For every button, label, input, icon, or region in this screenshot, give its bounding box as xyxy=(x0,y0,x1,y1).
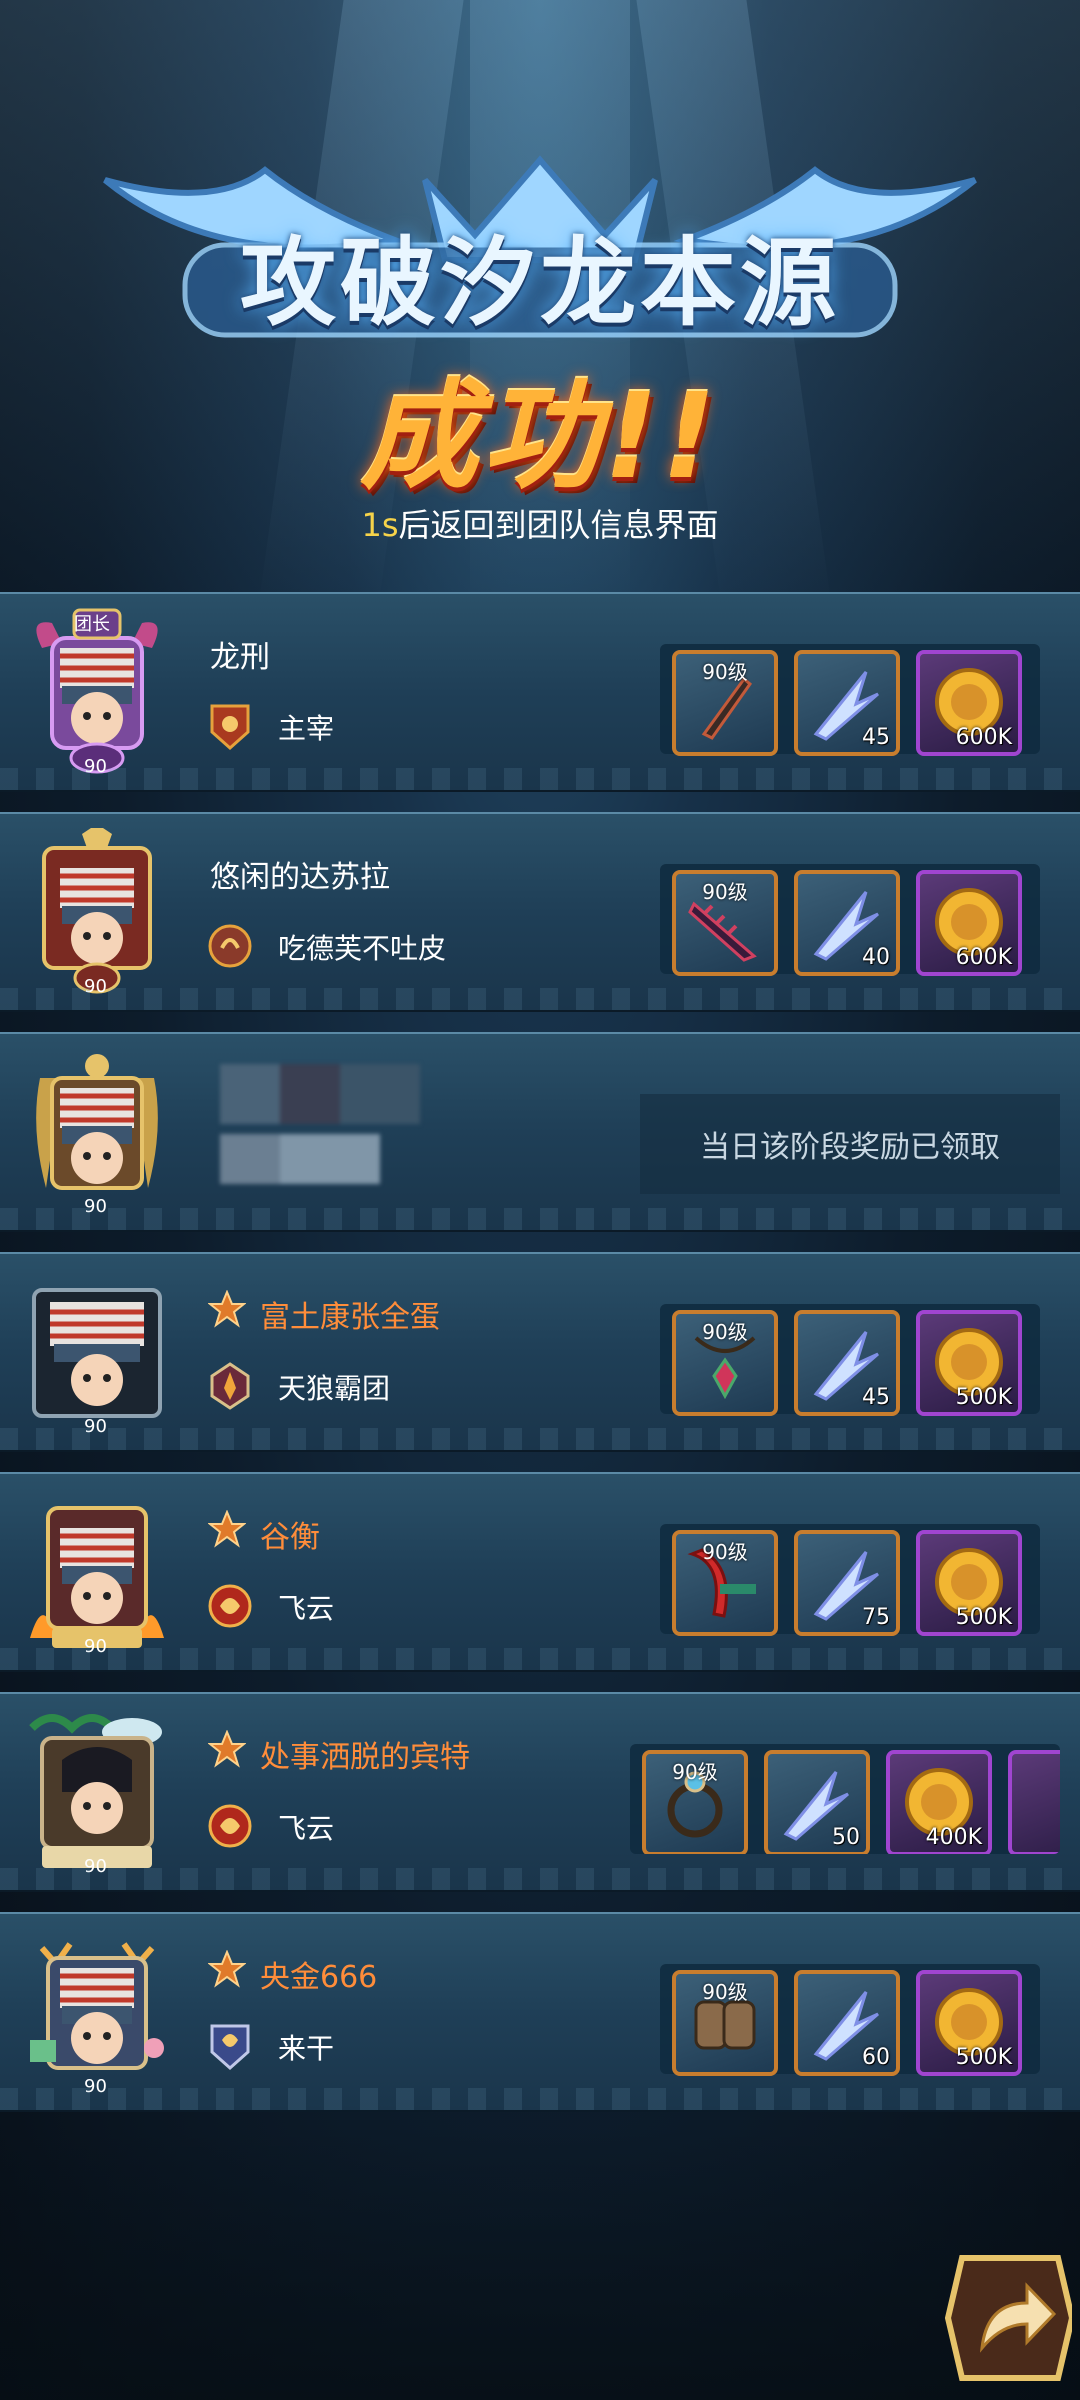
guild-emblem-icon xyxy=(208,1804,252,1848)
guild-emblem-icon xyxy=(210,2024,250,2070)
guild-name: 天狼霸团 xyxy=(278,1372,391,1405)
reward-crystal-slot[interactable]: 60 xyxy=(794,1970,900,2076)
player-row: 90 当日该阶段奖励已领取 xyxy=(0,1032,1080,1232)
bottom-shadow xyxy=(0,2130,1080,2400)
player-name: 富土康张全蛋 xyxy=(260,1300,440,1335)
rank-star-icon xyxy=(208,1730,246,1768)
reward-gold-slot[interactable]: 600K xyxy=(916,650,1022,756)
player-name: 龙刑 xyxy=(210,640,270,675)
reward-list: 90级 60 500K xyxy=(660,1964,1040,2076)
reward-crystal-slot[interactable]: 45 xyxy=(794,1310,900,1416)
player-name: 处事洒脱的宾特 xyxy=(260,1740,470,1775)
reward-claimed-notice: 当日该阶段奖励已领取 xyxy=(640,1094,1060,1194)
rank-star-icon xyxy=(208,1290,246,1328)
blurred-player-info xyxy=(220,1064,420,1184)
reward-equipment-slot[interactable]: 90级 xyxy=(672,650,778,756)
player-avatar-icon[interactable] xyxy=(22,1268,172,1438)
leader-badge: 团长 xyxy=(74,614,110,635)
guild-name: 来干 xyxy=(278,2032,335,2065)
guild-emblem-icon xyxy=(208,924,252,968)
player-row: 90 悠闲的达苏拉 吃德芙不吐皮 90级 40 600K xyxy=(0,812,1080,1012)
player-row: 90 谷衡 飞云 90级 75 500K xyxy=(0,1472,1080,1672)
reward-equipment-slot[interactable]: 90级 xyxy=(642,1750,748,1854)
reward-gold-slot[interactable]: 600K xyxy=(916,870,1022,976)
return-countdown: 1s后返回到团队信息界面 xyxy=(0,500,1080,546)
countdown-text: 后返回到团队信息界面 xyxy=(398,506,719,544)
guild-emblem-icon xyxy=(210,1362,250,1410)
player-avatar-icon[interactable] xyxy=(22,828,172,998)
player-level: 90 xyxy=(84,1856,107,1877)
player-name: 央金666 xyxy=(260,1960,378,1995)
reward-gold-slot[interactable]: 400K xyxy=(886,1750,992,1854)
player-row: 90 央金666 来干 90级 60 500K xyxy=(0,1912,1080,2112)
player-row: 90 富土康张全蛋 天狼霸团 90级 45 500K xyxy=(0,1252,1080,1452)
guild-emblem-icon xyxy=(208,1584,252,1628)
reward-equipment-slot[interactable]: 90级 xyxy=(672,1310,778,1416)
rank-star-icon xyxy=(208,1510,246,1548)
reward-gold-slot[interactable]: 500K xyxy=(916,1310,1022,1416)
reward-crystal-slot[interactable]: 75 xyxy=(794,1530,900,1636)
player-avatar-icon[interactable] xyxy=(22,1708,172,1878)
reward-equipment-slot[interactable]: 90级 xyxy=(672,870,778,976)
guild-emblem-icon xyxy=(210,704,250,750)
player-level: 90 xyxy=(84,2076,107,2097)
player-level: 90 xyxy=(84,976,107,997)
guild-name: 飞云 xyxy=(278,1812,335,1845)
reward-equipment-slot[interactable]: 90级 xyxy=(672,1530,778,1636)
result-banner: 成功!! xyxy=(360,367,720,505)
reward-gold-slot[interactable]: 500K xyxy=(916,1530,1022,1636)
player-avatar-icon[interactable] xyxy=(22,1928,172,2098)
guild-name: 飞云 xyxy=(278,1592,335,1625)
reward-list: 90级 75 500K xyxy=(660,1524,1040,1636)
guild-name: 主宰 xyxy=(278,712,335,745)
reward-crystal-slot[interactable]: 50 xyxy=(764,1750,870,1854)
rank-star-icon xyxy=(208,1950,246,1988)
reward-list: 90级 45 500K xyxy=(660,1304,1040,1416)
page-title: 攻破汐龙本源 xyxy=(240,227,840,339)
player-level: 90 xyxy=(84,1636,107,1657)
return-arrow-button[interactable] xyxy=(932,2248,1072,2388)
guild-name: 吃德芙不吐皮 xyxy=(278,932,447,965)
reward-list: 90级 45 600K xyxy=(660,644,1040,756)
player-row: 团长 90 龙刑 主宰 90级 45 600K xyxy=(0,592,1080,792)
countdown-seconds: 1s xyxy=(361,506,399,544)
reward-extra-slot[interactable] xyxy=(1008,1750,1060,1854)
player-level: 90 xyxy=(84,1196,107,1217)
player-avatar-icon[interactable] xyxy=(22,1048,172,1218)
reward-crystal-slot[interactable]: 40 xyxy=(794,870,900,976)
reward-list: 90级 40 600K xyxy=(660,864,1040,976)
player-name: 谷衡 xyxy=(260,1520,320,1555)
player-level: 90 xyxy=(84,756,107,777)
player-level: 90 xyxy=(84,1416,107,1437)
reward-gold-slot[interactable]: 500K xyxy=(916,1970,1022,2076)
reward-list: 90级 50 400K xyxy=(630,1744,1060,1854)
reward-equipment-slot[interactable]: 90级 xyxy=(672,1970,778,2076)
player-row: 90 处事洒脱的宾特 飞云 90级 50 400K xyxy=(0,1692,1080,1892)
player-name: 悠闲的达苏拉 xyxy=(210,860,390,895)
reward-crystal-slot[interactable]: 45 xyxy=(794,650,900,756)
player-avatar-icon[interactable] xyxy=(22,1488,172,1658)
